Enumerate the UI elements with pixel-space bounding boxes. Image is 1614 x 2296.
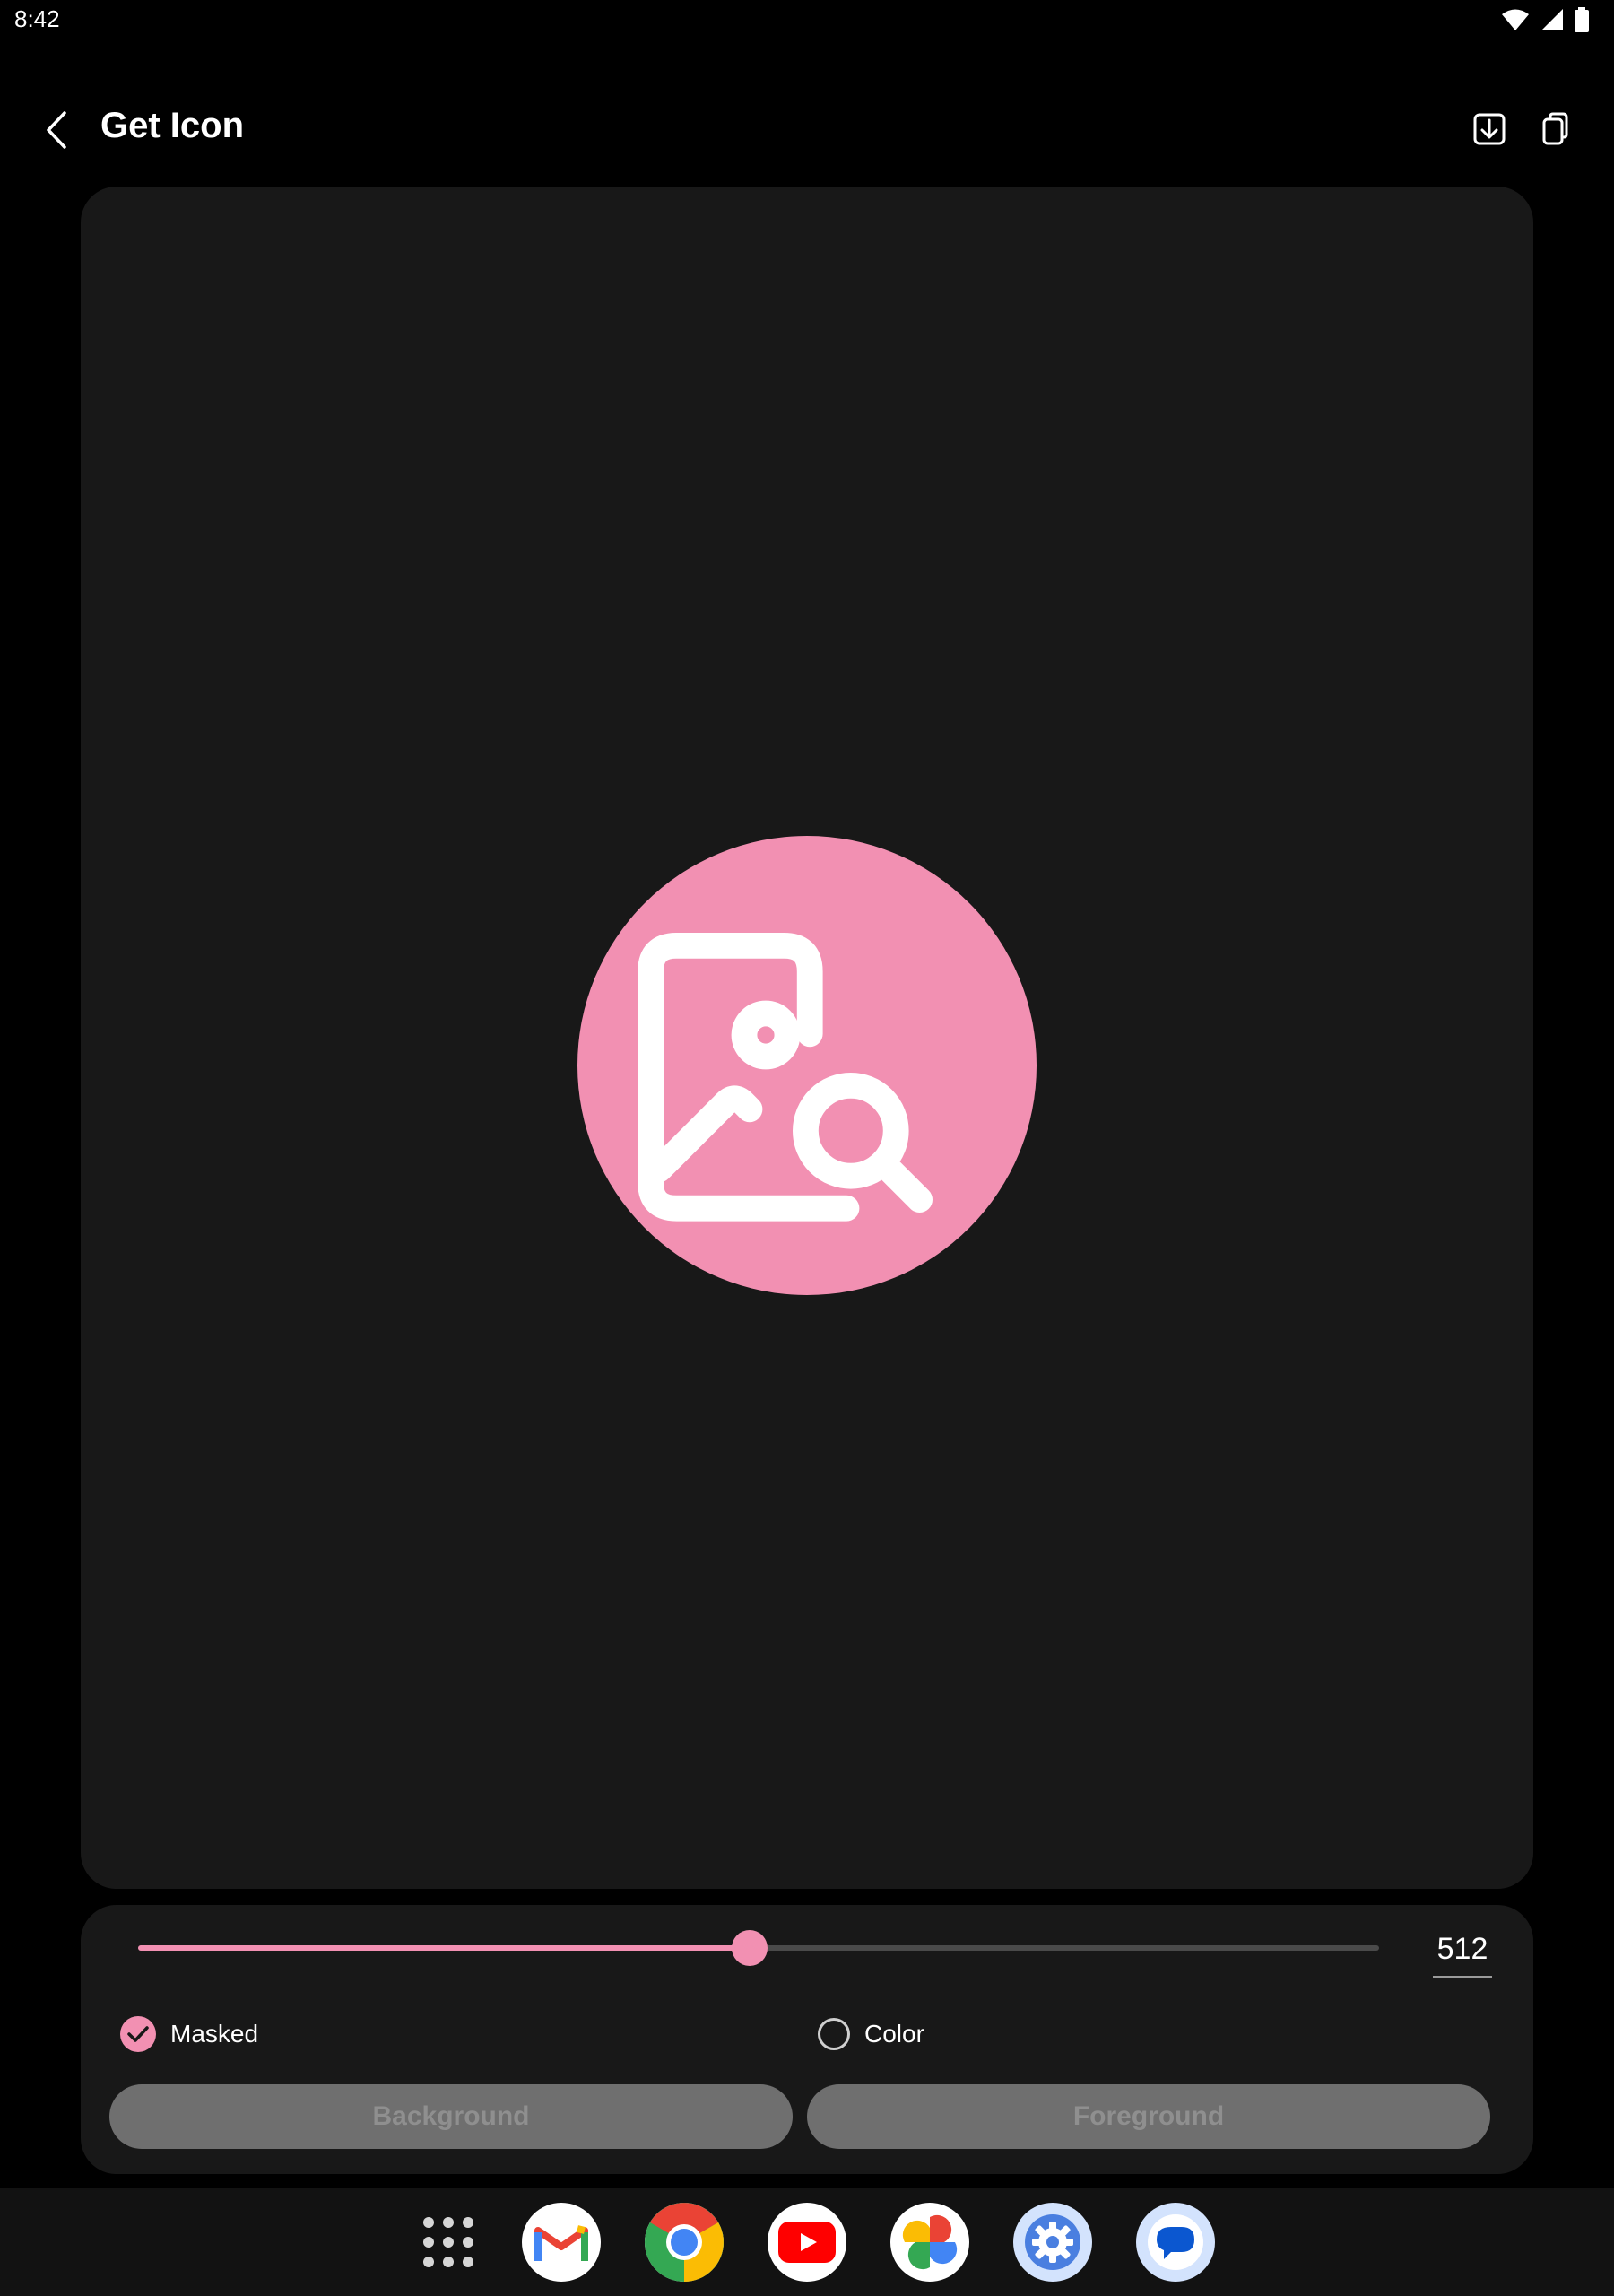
gmail-icon (534, 2225, 588, 2261)
messages-app[interactable] (1136, 2203, 1215, 2282)
status-time: 8:42 (14, 5, 60, 32)
copy-icon (1542, 112, 1568, 145)
battery-icon (1575, 7, 1589, 32)
app-drawer-icon (423, 2217, 473, 2267)
page-title: Get Icon (100, 106, 245, 145)
copy-button[interactable] (1533, 106, 1578, 152)
background-button[interactable]: Background (109, 2084, 793, 2149)
gmail-app[interactable] (522, 2203, 601, 2282)
foreground-button[interactable]: Foreground (807, 2084, 1490, 2149)
download-icon (1473, 113, 1506, 145)
app-drawer-button[interactable] (418, 2212, 479, 2273)
check-icon (127, 2026, 149, 2042)
masked-checkbox[interactable]: Masked (120, 2016, 258, 2052)
signal-icon (1541, 9, 1563, 30)
status-icons (1501, 7, 1589, 32)
size-value[interactable]: 512 (1433, 1932, 1492, 1978)
back-button[interactable] (36, 104, 77, 156)
wifi-icon (1502, 9, 1529, 30)
download-button[interactable] (1467, 106, 1512, 152)
youtube-app[interactable] (768, 2203, 846, 2282)
checkbox-checked (120, 2016, 156, 2052)
color-label: Color (864, 2020, 924, 2048)
settings-icon (1025, 2214, 1080, 2270)
chrome-app[interactable] (645, 2203, 724, 2282)
chevron-left-icon (47, 111, 66, 149)
size-slider-thumb[interactable] (732, 1930, 768, 1966)
color-radio[interactable]: Color (818, 2018, 924, 2050)
icon-preview (577, 836, 1037, 1295)
size-slider-fill (138, 1945, 750, 1951)
image-search-icon (638, 933, 933, 1222)
photos-app[interactable] (890, 2203, 969, 2282)
masked-label: Masked (170, 2020, 259, 2048)
photos-icon (902, 2214, 958, 2270)
chrome-icon (645, 2203, 724, 2282)
messages-icon (1148, 2214, 1203, 2270)
settings-app[interactable] (1013, 2203, 1092, 2282)
youtube-icon (778, 2222, 836, 2263)
radio-unchecked (818, 2018, 850, 2050)
